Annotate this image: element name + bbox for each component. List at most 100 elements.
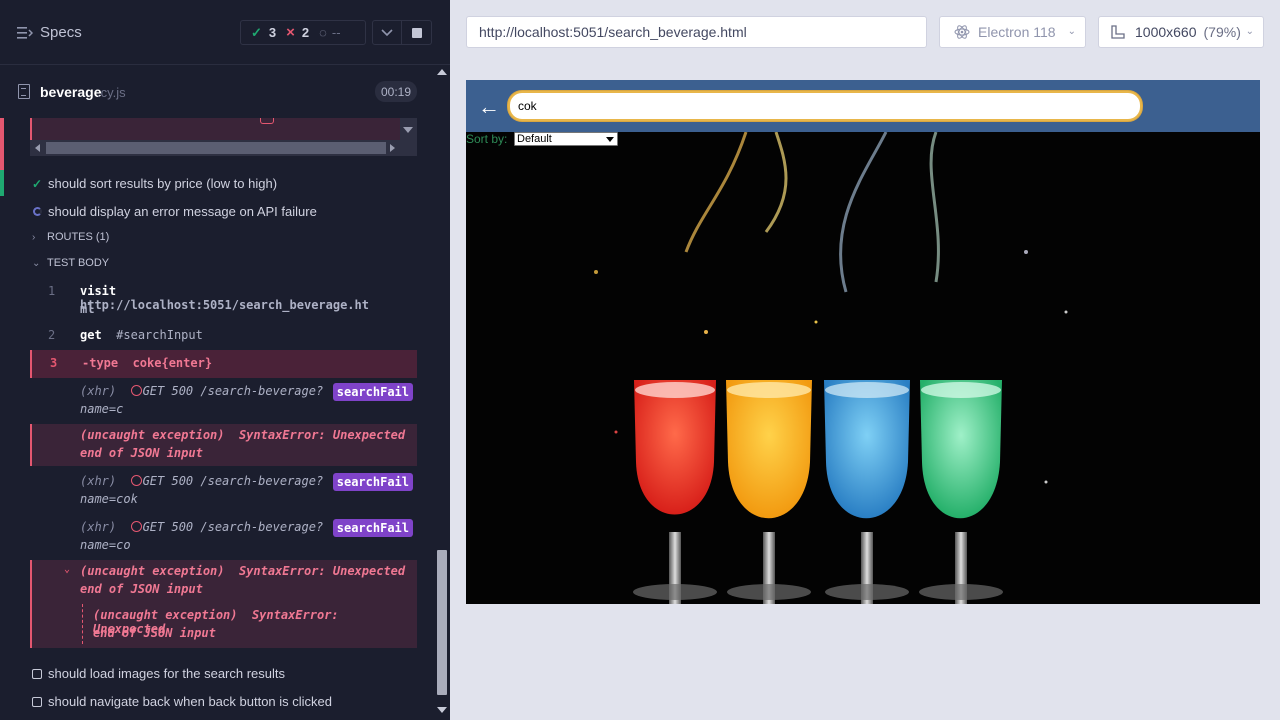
chevron-right-icon: › (32, 231, 36, 243)
failed-count: 2 (301, 25, 310, 40)
command-visit[interactable]: 1 visit http://localhost:5051/search_bev… (30, 282, 417, 320)
scroll-down-arrow-icon[interactable] (437, 707, 447, 713)
stop-button[interactable] (402, 20, 432, 45)
passed-count: 3 (268, 25, 277, 40)
test-item-sort[interactable]: ✓ should sort results by price (low to h… (30, 176, 277, 191)
failed-circle-icon (130, 475, 142, 486)
test-item-load-images[interactable]: should load images for the search result… (30, 666, 285, 681)
exception-msg: end of JSON input (93, 626, 216, 640)
test-title: should navigate back when back button is… (48, 694, 333, 709)
exception-msg: end of JSON input (80, 582, 203, 596)
test-stats: ✓ 3 × 2 ◌ -- (240, 20, 366, 45)
specs-label[interactable]: Specs (40, 24, 82, 41)
command-log: 1 visit http://localhost:5051/search_bev… (30, 282, 417, 648)
reporter-panel: Specs ✓ 3 × 2 ◌ -- beverage .cy.js 00:19 ✓ … (0, 0, 450, 720)
specs-list-icon[interactable] (17, 26, 33, 40)
code-frame-snippet (30, 118, 417, 140)
url-bar[interactable]: http://localhost:5051/search_beverage.ht… (466, 16, 927, 48)
chevron-down-icon (381, 28, 393, 36)
routes-label: ROUTES (1) (47, 231, 110, 243)
code-frame-hscroll-thumb[interactable] (46, 142, 386, 154)
command-number: 3 (50, 356, 58, 370)
command-name: get #searchInput (80, 328, 203, 342)
test-body-section-toggle[interactable]: ⌄ TEST BODY (32, 257, 109, 269)
xhr-log-entry[interactable]: (xhr) GET 500 /search-beverage? name=co … (30, 518, 417, 556)
xhr-query: name=c (80, 402, 124, 416)
failed-circle-icon (130, 385, 142, 396)
collapse-button[interactable] (372, 20, 402, 45)
test-title: should load images for the search result… (48, 666, 286, 681)
scroll-left-arrow-icon[interactable] (35, 144, 40, 152)
chevron-down-icon: ⌄ (1067, 26, 1076, 37)
test-title: should display an error message on API f… (48, 204, 317, 219)
app-preview-panel: http://localhost:5051/search_beverage.ht… (450, 0, 1280, 720)
app-header: ← (466, 80, 1260, 132)
scroll-down-arrow-icon[interactable] (403, 127, 413, 133)
passed-icon: ✓ (251, 24, 262, 40)
failed-indicator-bar (0, 118, 4, 170)
command-get[interactable]: 2 get #searchInput (30, 326, 417, 350)
command-number: 2 (48, 328, 56, 342)
stop-icon (411, 27, 422, 38)
test-item-api-failure[interactable]: should display an error message on API f… (30, 204, 317, 219)
test-item-navigate-back[interactable]: should navigate back when back button is… (30, 694, 332, 709)
back-arrow-button[interactable]: ← (478, 94, 500, 120)
check-icon: ✓ (31, 176, 43, 191)
code-frame-vscrollbar[interactable] (400, 118, 417, 156)
scroll-right-arrow-icon[interactable] (390, 144, 395, 152)
browser-selector[interactable]: Electron 118 ⌄ (939, 16, 1086, 48)
electron-icon (954, 25, 970, 39)
passed-indicator-bar (0, 170, 4, 196)
pending-icon: ◌ (319, 25, 327, 40)
failed-circle-icon (130, 521, 142, 532)
hero-image-cocktails (466, 132, 1260, 604)
scroll-up-arrow-icon[interactable] (437, 69, 447, 75)
xhr-log-entry[interactable]: (xhr) GET 500 /search-beverage? name=cok… (30, 472, 417, 510)
xhr-log-entry[interactable]: (xhr) GET 500 /search-beverage? name=c s… (30, 382, 417, 420)
command-number: 1 (48, 284, 56, 298)
pending-box-icon (32, 668, 42, 679)
sort-label: Sort by: (466, 132, 508, 146)
chevron-down-icon (606, 137, 614, 142)
run-timer: 00:19 (375, 81, 417, 102)
spec-file-ext: .cy.js (97, 85, 126, 100)
viewport-selector[interactable]: 1000x660 (79%) ⌄ (1098, 16, 1264, 48)
spec-file-header: beverage .cy.js 00:19 (0, 66, 432, 118)
exception-msg: end of JSON input (80, 446, 203, 460)
command-type-failed[interactable]: 3 -type coke{enter} (30, 350, 417, 378)
chevron-down-icon: ⌄ (64, 564, 71, 575)
app-under-test-frame: ← Sort by: Default (466, 80, 1260, 604)
sort-select[interactable]: Default (514, 132, 618, 146)
test-body-label: TEST BODY (47, 257, 110, 269)
sort-selected-value: Default (517, 133, 552, 145)
document-icon (18, 84, 30, 99)
command-name: visit http://localhost:5051/search_bever… (80, 284, 369, 312)
routes-section-toggle[interactable]: › ROUTES (1) (32, 231, 109, 243)
uncaught-exception-entry[interactable]: (uncaught exception) SyntaxError: Unexpe… (30, 424, 417, 466)
reporter-scroll-thumb[interactable] (437, 550, 447, 695)
pending-box-icon (32, 696, 42, 707)
spec-file-name[interactable]: beverage (40, 84, 101, 100)
alias-badge[interactable]: searchFail (332, 383, 413, 401)
command-name: -type coke{enter} (82, 356, 213, 370)
viewport-size: 1000x660 (1135, 24, 1197, 40)
uncaught-exception-group[interactable]: ⌄ (uncaught exception) SyntaxError: Unex… (30, 560, 417, 648)
xhr-query: name=co (80, 538, 131, 552)
ruler-icon (1111, 25, 1125, 39)
browser-name: Electron 118 (978, 24, 1056, 40)
xhr-query: name=cok (80, 492, 138, 506)
alias-badge[interactable]: searchFail (332, 519, 413, 537)
reporter-header: Specs ✓ 3 × 2 ◌ -- (0, 0, 450, 65)
code-frame-marker (260, 118, 274, 124)
chevron-down-icon: ⌄ (1245, 26, 1254, 37)
test-title: should sort results by price (low to hig… (48, 176, 278, 191)
pending-count: -- (331, 25, 341, 40)
running-spinner-icon (32, 207, 42, 216)
failed-icon: × (286, 24, 295, 41)
alias-badge[interactable]: searchFail (332, 473, 413, 491)
search-input[interactable] (508, 91, 1142, 121)
nesting-line (82, 604, 83, 644)
command-arg-cont: ml (80, 302, 95, 316)
viewport-zoom: (79%) (1203, 24, 1241, 40)
chevron-down-icon: ⌄ (32, 257, 41, 269)
